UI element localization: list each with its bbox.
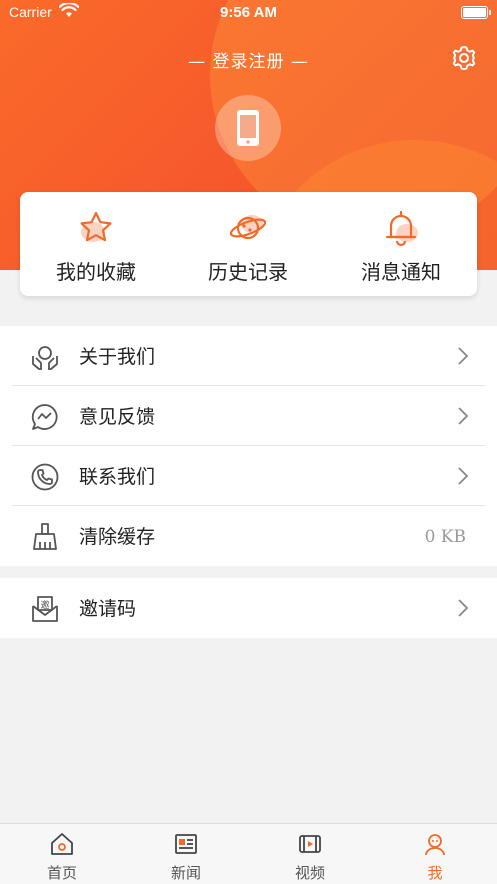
tab-video-label: 视频	[294, 864, 325, 882]
tab-video[interactable]: 视频	[248, 824, 372, 884]
settings-gear-icon[interactable]	[450, 44, 478, 72]
tab-news-label: 新闻	[170, 864, 201, 882]
tab-me-label: 我	[427, 864, 443, 882]
home-icon	[51, 833, 73, 855]
settings-list: 关于我们 意见反馈 联系我们 清除缓存 0 KB	[0, 326, 497, 566]
notifications-button[interactable]: 消息通知	[325, 192, 477, 296]
tab-home[interactable]: 首页	[0, 824, 124, 884]
broom-icon	[33, 523, 57, 550]
chevron-right-icon	[458, 407, 469, 425]
phone-device-icon	[237, 110, 259, 146]
bell-icon	[385, 210, 418, 247]
phone-icon	[31, 463, 59, 491]
login-register-link[interactable]: — 登录注册 —	[0, 47, 497, 72]
notifications-label: 消息通知	[361, 260, 441, 284]
chevron-right-icon	[458, 599, 469, 617]
invite-code-label: 邀请码	[79, 598, 137, 620]
tab-home-label: 首页	[46, 864, 77, 882]
svg-text:邀: 邀	[40, 599, 49, 611]
envelope-icon: 邀	[32, 596, 58, 622]
menu-item-contact[interactable]: 联系我们	[0, 446, 497, 506]
menu-item-feedback[interactable]: 意见反馈	[0, 386, 497, 446]
menu-item-clear-cache[interactable]: 清除缓存 0 KB	[0, 506, 497, 566]
menu-item-about[interactable]: 关于我们	[0, 326, 497, 386]
menu-item-invite-code[interactable]: 邀 邀请码	[0, 578, 497, 638]
chevron-right-icon	[458, 347, 469, 365]
battery-icon	[461, 6, 491, 19]
tab-news[interactable]: 新闻	[124, 824, 248, 884]
avatar[interactable]	[215, 95, 281, 161]
invite-section: 邀 邀请码	[0, 578, 497, 638]
planet-icon	[229, 215, 267, 240]
chat-bubble-icon	[31, 404, 58, 430]
video-icon	[299, 835, 321, 853]
history-button[interactable]: 历史记录	[172, 192, 324, 296]
newspaper-icon	[175, 834, 197, 854]
history-label: 历史记录	[208, 260, 288, 284]
contact-label: 联系我们	[79, 466, 156, 488]
clear-cache-label: 清除缓存	[79, 526, 156, 548]
chevron-right-icon	[458, 467, 469, 485]
cache-size-value: 0 KB	[424, 527, 466, 547]
about-label: 关于我们	[79, 346, 156, 368]
status-bar: Carrier 9:56 AM	[0, 0, 497, 26]
star-icon	[80, 211, 112, 242]
feedback-label: 意见反馈	[79, 406, 156, 428]
tab-me[interactable]: 我	[373, 824, 497, 884]
tab-bar: 首页 新闻 视频 我	[0, 823, 497, 884]
favorites-button[interactable]: 我的收藏	[20, 192, 172, 296]
clock: 9:56 AM	[220, 4, 277, 21]
quick-actions-card: 我的收藏 历史记录 消息通知	[20, 192, 477, 296]
favorites-label: 我的收藏	[56, 260, 136, 284]
hands-heart-icon	[32, 346, 58, 370]
user-icon	[425, 834, 445, 856]
